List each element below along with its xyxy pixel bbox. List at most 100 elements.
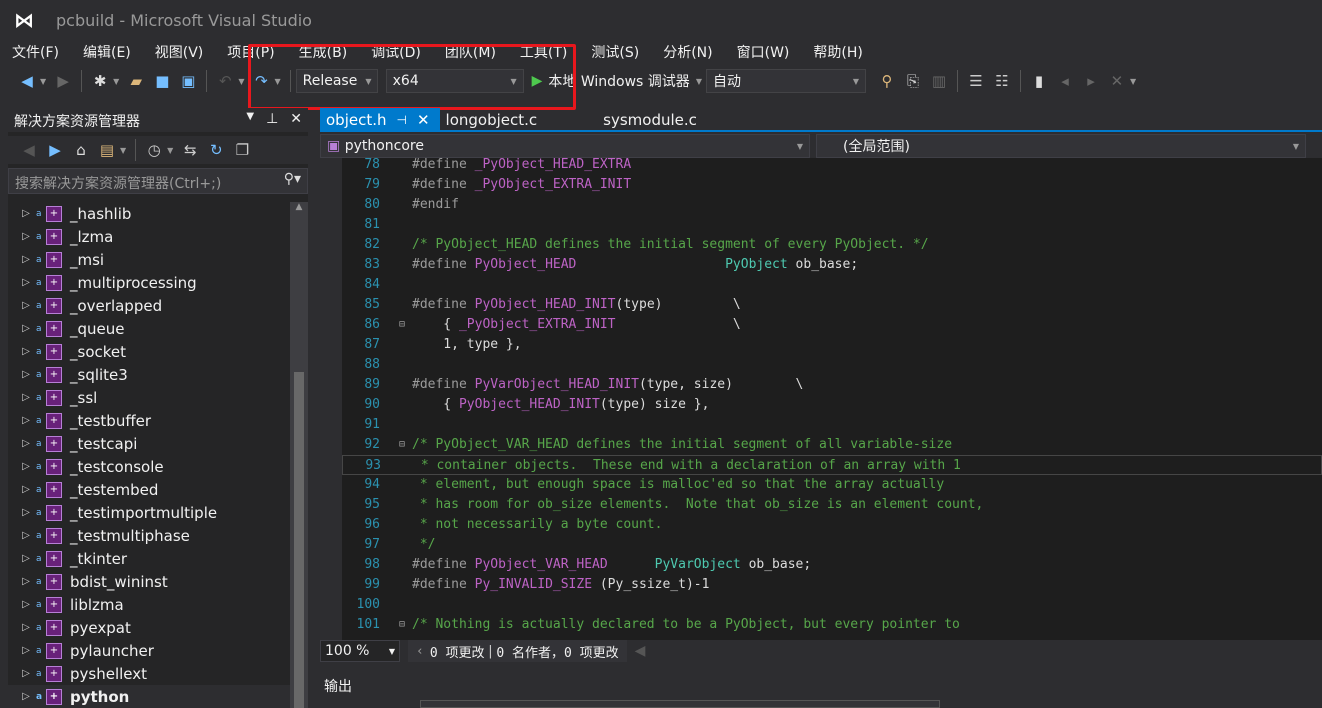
code-line[interactable]: 81: [342, 215, 1322, 235]
collapse-icon[interactable]: ⊟: [392, 315, 412, 335]
solution-search-input[interactable]: 搜索解决方案资源管理器(Ctrl+;) ⚲▾: [8, 168, 308, 194]
expand-arrow-icon[interactable]: ▷: [16, 553, 36, 564]
forward-icon[interactable]: ▶: [52, 70, 74, 92]
code-line[interactable]: 93 * container objects. These end with a…: [342, 455, 1322, 475]
close-tab-icon[interactable]: ✕: [417, 111, 430, 129]
expand-arrow-icon[interactable]: ▷: [16, 645, 36, 656]
authors-count[interactable]: 0 名作者，0 项更改: [496, 642, 618, 661]
tree-item-project[interactable]: ▷ a + _tkinter: [8, 547, 290, 570]
tree-item-project[interactable]: ▷ a + _socket: [8, 340, 290, 363]
menu-item[interactable]: 文件(F): [0, 40, 71, 64]
step-icon[interactable]: ⎘: [902, 70, 924, 92]
expand-arrow-icon[interactable]: ▷: [16, 599, 36, 610]
tree-item-project[interactable]: ▷ a + _testconsole: [8, 455, 290, 478]
tree-item-project[interactable]: ▷ a + _testimportmultiple: [8, 501, 290, 524]
zoom-select[interactable]: 100 % ▼: [320, 640, 400, 662]
expand-arrow-icon[interactable]: ▷: [16, 254, 36, 265]
code-line[interactable]: 86 ⊟ { _PyObject_EXTRA_INIT \: [342, 315, 1322, 335]
comment-icon[interactable]: ☰: [965, 70, 987, 92]
tree-item-project[interactable]: ▷ a + pyexpat: [8, 616, 290, 639]
menu-item[interactable]: 视图(V): [143, 40, 216, 64]
code-line[interactable]: 95 * has room for ob_size elements. Note…: [342, 495, 1322, 515]
tree-item-project[interactable]: ▷ a + _multiprocessing: [8, 271, 290, 294]
sync-icon[interactable]: ⇆: [179, 139, 201, 161]
expand-arrow-icon[interactable]: ▷: [16, 622, 36, 633]
expand-arrow-icon[interactable]: ▷: [16, 438, 36, 449]
back-icon[interactable]: ◀: [18, 139, 40, 161]
refresh-icon[interactable]: ↻: [205, 139, 227, 161]
undo-icon[interactable]: ↶: [214, 70, 236, 92]
expand-arrow-icon[interactable]: ▷: [16, 300, 36, 311]
menu-item[interactable]: 测试(S): [579, 40, 651, 64]
expand-arrow-icon[interactable]: ▷: [16, 208, 36, 219]
debug-mode-select[interactable]: 自动 ▼: [705, 69, 866, 93]
code-line[interactable]: 97 */: [342, 535, 1322, 555]
tree-item-project[interactable]: ▷ a + _lzma: [8, 225, 290, 248]
code-line[interactable]: 79 #define _PyObject_EXTRA_INIT: [342, 175, 1322, 195]
expand-arrow-icon[interactable]: ▷: [16, 346, 36, 357]
tree-item-project[interactable]: ▷ a + python: [8, 685, 290, 708]
expand-arrow-icon[interactable]: ▷: [16, 369, 36, 380]
code-line[interactable]: 92 ⊟/* PyObject_VAR_HEAD defines the init…: [342, 435, 1322, 455]
switch-views-icon[interactable]: ▤: [96, 139, 118, 161]
changes-count[interactable]: 0 项更改: [430, 642, 485, 661]
menu-item[interactable]: 编辑(E): [71, 40, 143, 64]
close-icon[interactable]: ✕: [290, 111, 302, 129]
collapse-icon[interactable]: ⊟: [392, 615, 412, 635]
menu-item[interactable]: 分析(N): [651, 40, 724, 64]
expand-arrow-icon[interactable]: ▷: [16, 461, 36, 472]
clear-bookmarks-icon[interactable]: ✕: [1106, 70, 1128, 92]
back-icon[interactable]: ◀: [16, 70, 38, 92]
expand-arrow-icon[interactable]: ▷: [16, 576, 36, 587]
collapse-icon[interactable]: ⊟: [392, 435, 412, 455]
open-file-icon[interactable]: ▰: [125, 70, 147, 92]
expand-arrow-icon[interactable]: ▷: [16, 484, 36, 495]
save-icon[interactable]: ■: [151, 70, 173, 92]
bookmark-icon[interactable]: ▮: [1028, 70, 1050, 92]
tab-sysmodule-c[interactable]: sysmodule.c: [597, 108, 707, 130]
tree-item-project[interactable]: ▷ a + _sqlite3: [8, 363, 290, 386]
code-line[interactable]: 98 #define PyObject_VAR_HEAD PyVarObject …: [342, 555, 1322, 575]
code-line[interactable]: 96 * not necessarily a byte count.: [342, 515, 1322, 535]
views-dropdown-icon[interactable]: ▼: [120, 146, 126, 155]
pin-icon[interactable]: ⊣: [397, 113, 407, 127]
tree-item-project[interactable]: ▷ a + _queue: [8, 317, 290, 340]
search-icon[interactable]: ⚲▾: [284, 171, 301, 187]
code-line[interactable]: 85 #define PyObject_HEAD_INIT (type) \: [342, 295, 1322, 315]
home-icon[interactable]: ⌂: [70, 139, 92, 161]
expand-arrow-icon[interactable]: ▷: [16, 231, 36, 242]
tree-item-project[interactable]: ▷ a + pylauncher: [8, 639, 290, 662]
tab-longobject-c[interactable]: longobject.c: [440, 108, 548, 130]
expand-arrow-icon[interactable]: ▷: [16, 691, 36, 702]
tree-item-project[interactable]: ▷ a + _testembed: [8, 478, 290, 501]
back-dropdown-icon[interactable]: ▼: [40, 77, 46, 86]
expand-arrow-icon[interactable]: ▷: [16, 392, 36, 403]
panel-menu-icon[interactable]: ▼: [246, 111, 254, 129]
expand-arrow-icon[interactable]: ▷: [16, 530, 36, 541]
code-line[interactable]: 87 1, type },: [342, 335, 1322, 355]
code-line[interactable]: 90 { PyObject_HEAD_INIT (type) size },: [342, 395, 1322, 415]
code-line[interactable]: 88: [342, 355, 1322, 375]
code-line[interactable]: 100: [342, 595, 1322, 615]
code-line[interactable]: 84: [342, 275, 1322, 295]
tree-item-project[interactable]: ▷ a + liblzma: [8, 593, 290, 616]
code-line[interactable]: 83 #define PyObject_HEAD PyObject ob_base…: [342, 255, 1322, 275]
code-line[interactable]: 94 * element, but enough space is malloc…: [342, 475, 1322, 495]
find-in-files-icon[interactable]: ⚲: [876, 70, 898, 92]
scroll-left-icon[interactable]: ◀: [635, 643, 646, 659]
pending-dropdown-icon[interactable]: ▼: [167, 146, 173, 155]
save-all-icon[interactable]: ▣: [177, 70, 199, 92]
expand-arrow-icon[interactable]: ▷: [16, 507, 36, 518]
project-select[interactable]: ▣ pythoncore ▼: [320, 134, 810, 158]
pending-changes-icon[interactable]: ◷: [143, 139, 165, 161]
prev-bookmark-icon[interactable]: ◂: [1054, 70, 1076, 92]
output-source-select[interactable]: [420, 700, 940, 708]
tab-object-h[interactable]: object.h ⊣ ✕: [320, 108, 440, 130]
scope-select[interactable]: (全局范围) ▼: [816, 134, 1306, 158]
undo-dropdown-icon[interactable]: ▼: [238, 77, 244, 86]
tree-item-project[interactable]: ▷ a + _testcapi: [8, 432, 290, 455]
tree-item-project[interactable]: ▷ a + _ssl: [8, 386, 290, 409]
expand-arrow-icon[interactable]: ▷: [16, 277, 36, 288]
code-line[interactable]: 80 #endif: [342, 195, 1322, 215]
solution-scrollbar[interactable]: ▲: [290, 202, 308, 708]
